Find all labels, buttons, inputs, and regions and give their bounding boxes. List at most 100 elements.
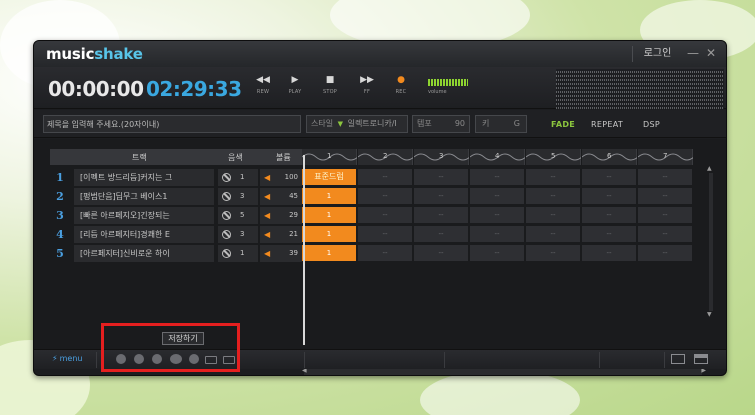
grid-cell[interactable]: -- [638, 226, 693, 243]
track-name[interactable]: [빠른 아르페지오]긴장되는 [74, 207, 214, 224]
grid-cell[interactable]: -- [638, 188, 693, 205]
volume-arrow-icon[interactable]: ◀ [264, 188, 270, 205]
grid-cell[interactable]: 1 [302, 207, 357, 224]
volume-control[interactable]: ◀ 39 [260, 245, 302, 262]
track-name[interactable]: [아르페지터]신비로운 하이 [74, 245, 214, 262]
track-name[interactable]: [펑범단음]딥무그 베이스1 [74, 188, 214, 205]
track-name[interactable]: [이펙트 방드리듬]커지는 그 [74, 169, 214, 186]
grid-cell[interactable]: -- [638, 245, 693, 262]
grid-cell[interactable]: -- [582, 226, 637, 243]
mute-icon[interactable] [222, 230, 231, 239]
style-select[interactable]: 스타일 ▼ 일렉트로니카/I [306, 115, 408, 133]
grid-cell[interactable]: -- [358, 245, 413, 262]
bar-marker[interactable]: 6 [582, 149, 637, 165]
grid-cell[interactable]: -- [358, 169, 413, 186]
volume-control[interactable]: ◀ 29 [260, 207, 302, 224]
grid-cell[interactable]: -- [526, 169, 581, 186]
volume-control[interactable]: ◀ 45 [260, 188, 302, 205]
tone-control[interactable]: 3 [218, 226, 258, 243]
volume-value: 45 [289, 192, 298, 200]
grid-cell[interactable]: -- [582, 188, 637, 205]
mute-icon[interactable] [222, 249, 231, 258]
grid-cell[interactable]: -- [526, 245, 581, 262]
track-name[interactable]: [리듬 아르페지터]경쾌한 E [74, 226, 214, 243]
transport-bar: 00:00:00 02:29:33 ◀◀ REW ▶ PLAY ■ STOP ▶… [34, 67, 726, 109]
grid-cell[interactable]: -- [414, 188, 469, 205]
volume-control[interactable]: ◀ 100 [260, 169, 302, 186]
stop-button[interactable]: ■ STOP [315, 75, 345, 95]
grid-cell[interactable]: 표준드럼 [302, 169, 357, 186]
horizontal-scrollbar[interactable]: ◀ ▶ [302, 367, 706, 375]
tone-control[interactable]: 5 [218, 207, 258, 224]
grid-cell[interactable]: -- [414, 169, 469, 186]
grid-cell[interactable]: -- [470, 169, 525, 186]
grid-cell[interactable]: -- [358, 226, 413, 243]
grid-cell[interactable]: -- [470, 245, 525, 262]
bar-marker[interactable]: 3 [414, 149, 469, 165]
dsp-toggle[interactable]: DSP [643, 120, 660, 129]
fast-forward-button[interactable]: ▶▶ FF [352, 75, 382, 95]
grid-cell[interactable]: -- [582, 245, 637, 262]
track-row[interactable]: 3 [빠른 아르페지오]긴장되는 5 ◀ 29 [50, 207, 302, 225]
key-field[interactable]: 키 G [475, 115, 527, 133]
close-icon[interactable]: ✕ [704, 46, 718, 60]
minimize-icon[interactable]: — [686, 46, 700, 60]
scroll-down-icon[interactable]: ▼ [707, 311, 712, 318]
volume-arrow-icon[interactable]: ◀ [264, 226, 270, 243]
window-view-icon[interactable] [671, 354, 685, 364]
scroll-up-icon[interactable]: ▲ [707, 165, 712, 172]
grid-cell[interactable]: -- [526, 207, 581, 224]
volume-control[interactable]: ◀ 21 [260, 226, 302, 243]
mute-icon[interactable] [222, 192, 231, 201]
menu-button[interactable]: ⚡ menu [52, 354, 82, 363]
grid-cell[interactable]: 1 [302, 226, 357, 243]
tone-control[interactable]: 3 [218, 188, 258, 205]
grid-cell[interactable]: -- [470, 188, 525, 205]
track-row[interactable]: 2 [펑범단음]딥무그 베이스1 3 ◀ 45 [50, 188, 302, 206]
grid-cell[interactable]: 1 [302, 188, 357, 205]
song-info-bar: 스타일 ▼ 일렉트로니카/I 템포 90 키 G FADE REPEAT DSP [34, 110, 726, 138]
play-button[interactable]: ▶ PLAY [280, 75, 310, 95]
grid-cell[interactable]: -- [526, 188, 581, 205]
volume-arrow-icon[interactable]: ◀ [264, 245, 270, 262]
grid-cell[interactable]: -- [414, 245, 469, 262]
playhead[interactable] [303, 155, 305, 345]
vertical-scrollbar[interactable]: ▲ ▼ [707, 165, 715, 318]
grid-cell[interactable]: -- [638, 207, 693, 224]
tempo-field[interactable]: 템포 90 [412, 115, 470, 133]
track-row[interactable]: 1 [이펙트 방드리듬]커지는 그 1 ◀ 100 [50, 169, 302, 187]
grid-cell[interactable]: 1 [302, 245, 357, 262]
grid-cell[interactable]: -- [582, 207, 637, 224]
bar-marker[interactable]: 1 [302, 149, 357, 165]
title-bar[interactable]: musicshake 로그인 — ✕ [34, 41, 726, 67]
grid-cell[interactable]: -- [582, 169, 637, 186]
panel-view-icon[interactable] [694, 354, 708, 364]
mute-icon[interactable] [222, 173, 231, 182]
bar-marker[interactable]: 4 [470, 149, 525, 165]
grid-cell[interactable]: -- [414, 226, 469, 243]
volume-arrow-icon[interactable]: ◀ [264, 207, 270, 224]
bar-marker[interactable]: 7 [638, 149, 693, 165]
master-volume-slider[interactable] [428, 79, 468, 86]
grid-cell[interactable]: -- [358, 188, 413, 205]
fade-toggle[interactable]: FADE [551, 120, 575, 129]
bar-marker[interactable]: 2 [358, 149, 413, 165]
grid-cell[interactable]: -- [526, 226, 581, 243]
repeat-toggle[interactable]: REPEAT [591, 120, 623, 129]
grid-cell[interactable]: -- [470, 207, 525, 224]
song-title-input[interactable] [43, 115, 301, 133]
mute-icon[interactable] [222, 211, 231, 220]
bar-marker[interactable]: 5 [526, 149, 581, 165]
track-row[interactable]: 5 [아르페지터]신비로운 하이 1 ◀ 39 [50, 245, 302, 263]
rewind-button[interactable]: ◀◀ REW [248, 75, 278, 95]
grid-cell[interactable]: -- [638, 169, 693, 186]
track-row[interactable]: 4 [리듬 아르페지터]경쾌한 E 3 ◀ 21 [50, 226, 302, 244]
volume-arrow-icon[interactable]: ◀ [264, 169, 270, 186]
grid-cell[interactable]: -- [470, 226, 525, 243]
login-button[interactable]: 로그인 [632, 46, 682, 62]
tone-control[interactable]: 1 [218, 169, 258, 186]
tone-control[interactable]: 1 [218, 245, 258, 262]
grid-cell[interactable]: -- [414, 207, 469, 224]
record-button[interactable]: ● REC [386, 75, 416, 95]
grid-cell[interactable]: -- [358, 207, 413, 224]
